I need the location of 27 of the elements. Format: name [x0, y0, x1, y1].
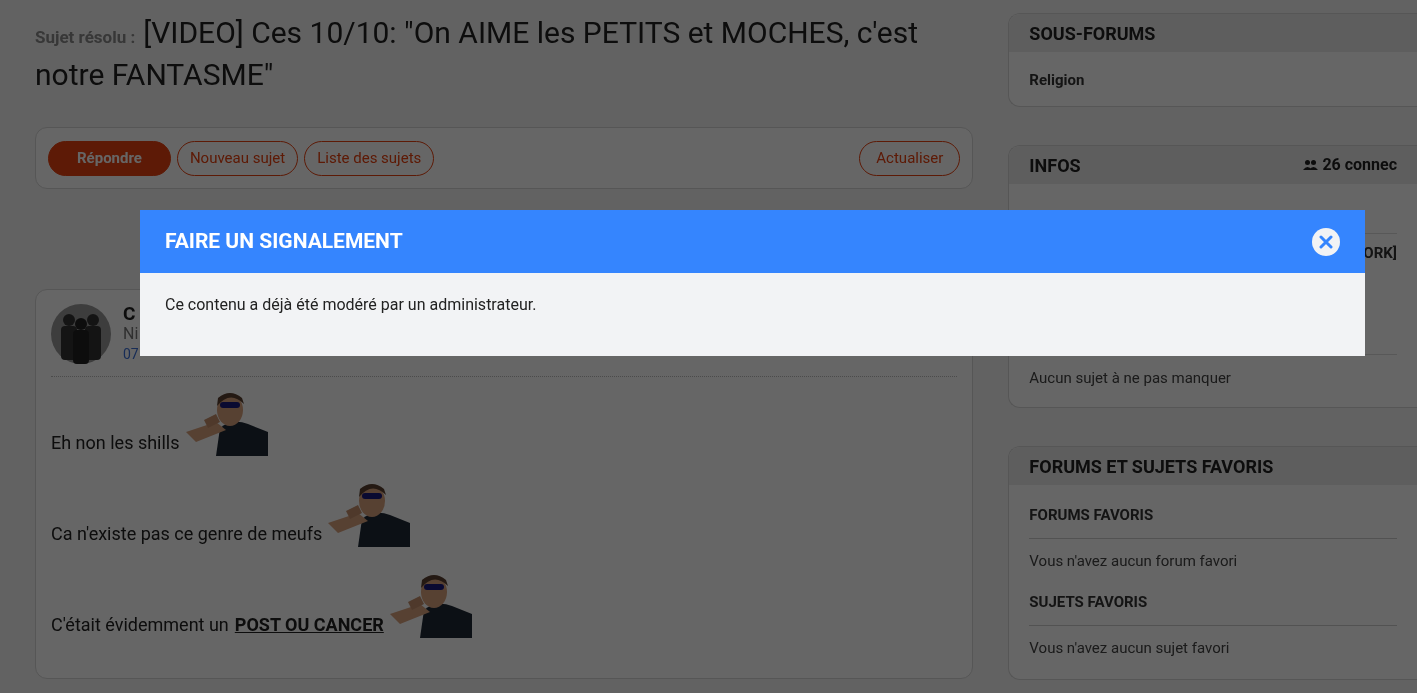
online-count: 26 connec [1322, 154, 1397, 176]
close-button[interactable] [1312, 227, 1340, 256]
section-title: SUJETS FAVORIS [1029, 572, 1397, 626]
avatar-icon [51, 304, 111, 364]
close-icon [1319, 234, 1333, 249]
post-text: Eh non les shills [51, 431, 180, 455]
empty-message: Vous n'avez aucun sujet favori [1029, 637, 1231, 659]
empty-message: Vous n'avez aucun forum favori [1029, 550, 1239, 572]
section-title: FORUMS FAVORIS [1029, 485, 1397, 539]
post-date[interactable]: 07 [123, 344, 139, 364]
empty-message: Aucun sujet à ne pas manquer [1029, 368, 1232, 389]
post-text: C'était évidemment un [51, 613, 229, 637]
card-title: FORUMS ET SUJETS FAVORIS [1029, 454, 1274, 479]
people-icon [1303, 160, 1319, 170]
author-name[interactable]: C [123, 304, 139, 324]
post-link[interactable]: POST OU CANCER [234, 611, 384, 638]
forum-link[interactable]: ORK] [1363, 242, 1397, 354]
card-title: INFOS [1029, 153, 1081, 178]
reply-button[interactable]: Répondre [48, 140, 171, 176]
card-title: SOUS-FORUMS [1029, 21, 1156, 46]
sub-forum-link[interactable]: Religion [1009, 52, 1417, 92]
post-text: Ca n'existe pas ce genre de meufs [51, 522, 323, 546]
modal-message: Ce contenu a déjà été modéré par un administrateur. [164, 294, 538, 316]
refresh-button[interactable]: Actualiser [859, 140, 961, 176]
modal-title: FAIRE UN SIGNALEMENT [165, 227, 403, 255]
action-button[interactable]: Nouveau sujet [176, 140, 299, 176]
action-button[interactable]: Liste des sujets [304, 140, 435, 176]
